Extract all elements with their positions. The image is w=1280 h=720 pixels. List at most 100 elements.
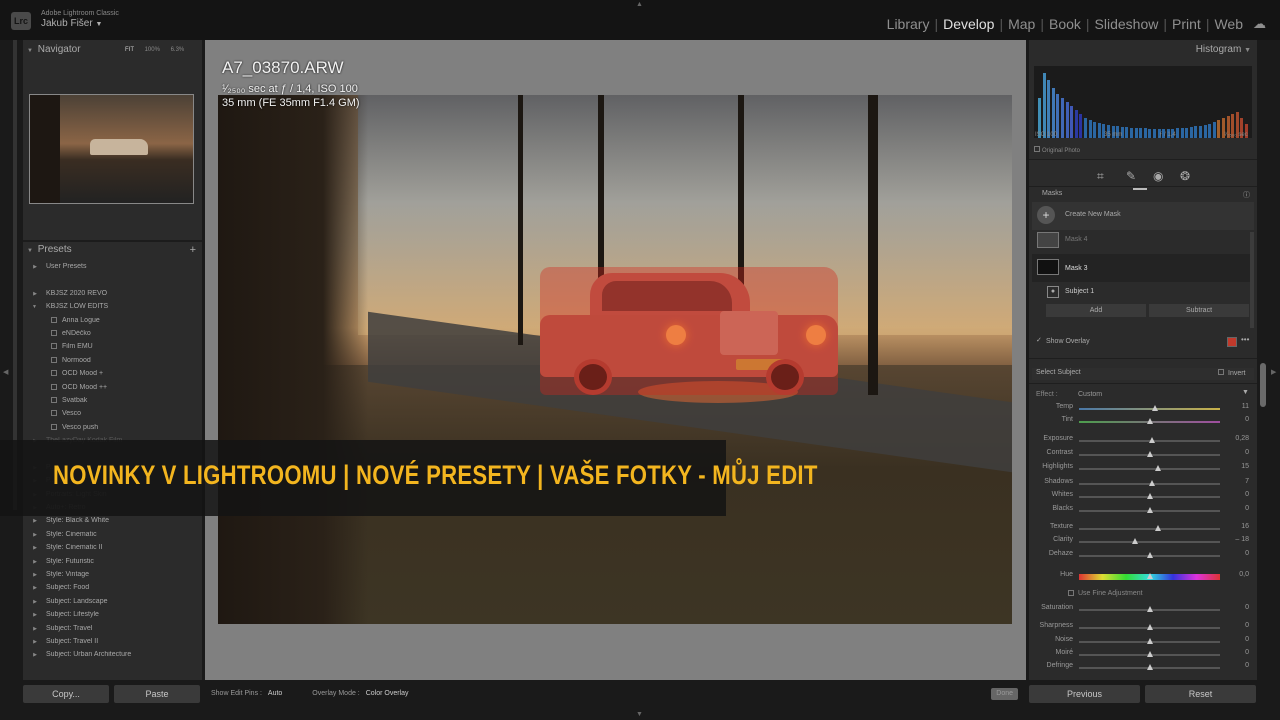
panel-toggle-bottom-icon[interactable]: ▼ [636, 711, 643, 718]
preset-item[interactable]: Vesco [23, 410, 202, 423]
preset-group[interactable]: ▶ Style: Cinematic II [23, 544, 202, 557]
slider-whites[interactable]: Whites 0 [1034, 490, 1249, 502]
red-eye-tool-icon[interactable]: ◉ [1153, 169, 1163, 183]
done-button[interactable]: Done [991, 688, 1018, 700]
slider-value[interactable]: 7 [1223, 478, 1249, 485]
copy-settings-button[interactable]: Copy... [23, 685, 109, 703]
slider-blacks[interactable]: Blacks 0 [1034, 504, 1249, 516]
slider-handle[interactable] [1149, 437, 1156, 443]
slider-handle[interactable] [1146, 651, 1153, 657]
create-new-mask-button[interactable]: + Create New Mask [1032, 202, 1254, 230]
preset-item[interactable]: Vesco push [23, 423, 202, 437]
panel-toggle-right-icon[interactable]: ▶ [1271, 368, 1276, 376]
slider-value[interactable]: 0 [1223, 550, 1249, 557]
collapse-icon[interactable]: ▼ [1242, 389, 1249, 396]
collapsed-triangle-icon[interactable]: ▶ [23, 626, 37, 632]
slider-highlights[interactable]: Highlights 15 [1034, 462, 1249, 474]
help-icon[interactable]: ⓘ [1243, 190, 1250, 200]
module-develop[interactable]: Develop [943, 16, 994, 32]
healing-tool-icon[interactable]: ✎ [1126, 169, 1136, 183]
navigator-thumbnail[interactable] [29, 94, 194, 204]
slider-value[interactable]: 0,0 [1223, 571, 1249, 578]
collapsed-triangle-icon[interactable]: ▶ [23, 264, 37, 270]
slider-value[interactable]: 0 [1223, 636, 1249, 643]
slider-value[interactable]: 15 [1223, 463, 1249, 470]
mask-3-row[interactable]: Mask 3 [1032, 254, 1254, 282]
slider-value[interactable]: – 18 [1223, 536, 1249, 543]
slider-track[interactable] [1079, 528, 1220, 530]
slider-value[interactable]: 0 [1223, 649, 1249, 656]
show-overlay-toggle[interactable]: ✓ Show Overlay ••• [1032, 335, 1254, 348]
slider-tint[interactable]: Tint 0 [1034, 415, 1249, 427]
slider-handle[interactable] [1146, 493, 1153, 499]
slider-shadows[interactable]: Shadows 7 [1034, 477, 1249, 489]
masking-tool-icon[interactable]: ❂ [1180, 169, 1190, 183]
slider-track[interactable] [1079, 541, 1220, 543]
module-library[interactable]: Library [887, 16, 930, 32]
preset-group[interactable]: ▶ User Presets [23, 263, 202, 276]
slider-value[interactable]: 0 [1223, 449, 1249, 456]
previous-button[interactable]: Previous [1029, 685, 1140, 703]
collapsed-triangle-icon[interactable]: ▶ [23, 652, 37, 658]
slider-handle[interactable] [1146, 606, 1153, 612]
add-mask-button[interactable]: Add [1046, 304, 1146, 317]
subtract-mask-button[interactable]: Subtract [1149, 304, 1249, 317]
collapsed-triangle-icon[interactable]: ▶ [23, 559, 37, 565]
collapsed-triangle-icon[interactable]: ▶ [23, 291, 37, 297]
slider-value[interactable]: 0 [1223, 662, 1249, 669]
collapsed-triangle-icon[interactable]: ▶ [23, 599, 37, 605]
slider-sharpness[interactable]: Sharpness 0 [1034, 621, 1249, 633]
slider-handle[interactable] [1146, 638, 1153, 644]
overlay-mode-select[interactable]: Color Overlay [366, 690, 409, 697]
slider-handle[interactable] [1149, 480, 1156, 486]
slider-noise[interactable]: Noise 0 [1034, 635, 1249, 647]
collapsed-triangle-icon[interactable]: ▶ [23, 572, 37, 578]
preset-item[interactable]: OCD Mood + [23, 370, 202, 383]
overlay-color-swatch[interactable] [1227, 337, 1237, 347]
preset-group[interactable]: ▶ Subject: Travel [23, 625, 202, 638]
slider-hue[interactable]: Hue 0,0 [1034, 570, 1249, 582]
preset-item[interactable]: Anna Logue [23, 316, 202, 330]
zoom-custom-button[interactable]: 6.3% [171, 47, 185, 53]
preset-group[interactable]: ▶ Style: Vintage [23, 571, 202, 584]
preset-group[interactable]: ▶ Style: Cinematic [23, 531, 202, 544]
slider-value[interactable]: 0 [1223, 622, 1249, 629]
histogram-header[interactable]: Histogram ▼ [1131, 40, 1251, 60]
slider-moir[interactable]: Moiré 0 [1034, 648, 1249, 660]
preset-group[interactable]: ▶ Style: Black & White [23, 517, 202, 530]
slider-defringe[interactable]: Defringe 0 [1034, 661, 1249, 673]
crop-tool-icon[interactable]: ⌗ [1097, 169, 1104, 184]
effect-preset-row[interactable]: Effect : Custom ▼ [1032, 389, 1254, 401]
slider-handle[interactable] [1146, 507, 1153, 513]
subject-1-row[interactable]: ● Subject 1 [1032, 284, 1254, 300]
slider-handle[interactable] [1146, 664, 1153, 670]
slider-exposure[interactable]: Exposure 0,28 [1034, 434, 1249, 446]
module-slideshow[interactable]: Slideshow [1095, 16, 1159, 32]
masks-scrollbar[interactable] [1250, 232, 1254, 328]
preset-item[interactable]: OCD Mood ++ [23, 383, 202, 397]
preset-group[interactable]: ▶ Subject: Food [23, 584, 202, 597]
slider-dehaze[interactable]: Dehaze 0 [1034, 549, 1249, 561]
invert-checkbox[interactable]: Invert [1218, 369, 1246, 377]
reset-button[interactable]: Reset [1145, 685, 1256, 703]
photo[interactable] [218, 95, 1012, 624]
preset-group[interactable]: ▶ Subject: Travel II [23, 638, 202, 651]
zoom-100-button[interactable]: 100% [145, 47, 160, 53]
preset-group[interactable]: ▶ Style: Futuristic [23, 558, 202, 571]
original-photo-toggle[interactable]: Original Photo [1034, 146, 1080, 154]
slider-handle[interactable] [1146, 624, 1153, 630]
preset-item[interactable]: Svatbak [23, 396, 202, 410]
slider-texture[interactable]: Texture 16 [1034, 522, 1249, 534]
preset-group[interactable]: ▶ Subject: Lifestyle [23, 611, 202, 624]
module-print[interactable]: Print [1172, 16, 1201, 32]
slider-value[interactable]: 0 [1223, 416, 1249, 423]
slider-temp[interactable]: Temp 11 [1034, 402, 1249, 414]
paste-settings-button[interactable]: Paste [114, 685, 200, 703]
module-book[interactable]: Book [1049, 16, 1081, 32]
preset-group[interactable]: ▶ Subject: Urban Architecture [23, 651, 202, 664]
slider-handle[interactable] [1154, 525, 1161, 531]
slider-handle[interactable] [1146, 451, 1153, 457]
presets-header[interactable]: ▼ Presets + [27, 240, 198, 260]
cloud-sync-icon[interactable]: ☁ [1253, 16, 1266, 32]
preset-item[interactable]: Normood [23, 356, 202, 370]
